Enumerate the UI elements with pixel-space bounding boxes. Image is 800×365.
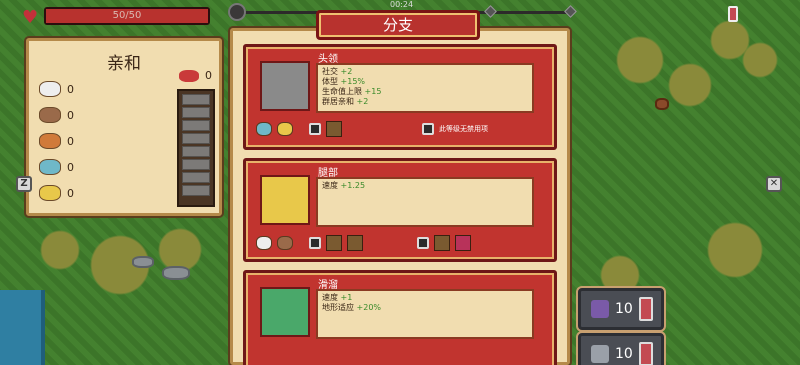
close-icon[interactable]: ✕ xyxy=(766,176,782,192)
affinity-count: 0 xyxy=(67,186,74,200)
affinity-panel: 亲和 0 0 0 0 0 0 xyxy=(26,38,222,216)
hp-bar: 50/50 xyxy=(44,7,210,25)
affinity-count: 0 xyxy=(67,82,74,96)
heart-icon: ♥ xyxy=(22,7,39,28)
lock-icon xyxy=(309,237,321,249)
snake-portrait xyxy=(260,287,310,337)
crab-count: 0 xyxy=(205,69,212,82)
crab-icon xyxy=(179,69,199,82)
affinity-count: 0 xyxy=(67,108,74,122)
branch-title: 分支 xyxy=(316,10,480,40)
affinity-count: 0 xyxy=(67,134,74,148)
stat-line: 体型 +15% xyxy=(322,77,366,86)
branch-card[interactable]: 头领 社交 +2 体型 +15% 生命值上限 +15 群居亲和 +2 此等级无禁… xyxy=(243,44,557,150)
reroll-up-button[interactable]: 10 xyxy=(578,288,664,330)
fish-icon xyxy=(256,122,272,136)
reroll-cycle-count: 10 xyxy=(615,346,633,362)
rock xyxy=(132,256,154,268)
fox-icon xyxy=(39,133,61,149)
timer-text: 00:24 xyxy=(390,0,414,9)
stat-line: 速度 +1.25 xyxy=(322,181,366,190)
card-icon xyxy=(638,342,653,365)
stat-box: 速度 +1 地形适应 +20% xyxy=(316,289,534,339)
mole-icon xyxy=(39,107,61,123)
stat-line: 生命值上限 +15 xyxy=(322,87,382,96)
card-requirements xyxy=(256,233,471,253)
cycle-icon xyxy=(591,345,609,363)
affinity-row: 0 xyxy=(39,157,74,177)
stat-box: 社交 +2 体型 +15% 生命值上限 +15 群居亲和 +2 xyxy=(316,63,534,113)
lock-icon xyxy=(417,237,429,249)
rock xyxy=(162,266,190,280)
affinity-row: 0 xyxy=(39,131,74,151)
card-note: 此等级无禁用项 xyxy=(439,125,488,133)
branch-card[interactable]: 滑溜 速度 +1 地形适应 +20% xyxy=(243,270,557,365)
fish-icon xyxy=(39,159,61,175)
timeline-knob xyxy=(228,3,246,21)
affinity-count: 0 xyxy=(67,160,74,174)
bee-icon xyxy=(277,122,293,136)
card-requirements: 此等级无禁用项 xyxy=(256,119,488,139)
leg-portrait xyxy=(260,175,310,225)
lock-icon xyxy=(422,123,434,135)
mole-icon xyxy=(277,236,293,250)
affinity-meter xyxy=(177,89,215,207)
affinity-row: 0 xyxy=(39,105,74,125)
arrow-up-icon xyxy=(591,300,609,318)
hp-text: 50/50 xyxy=(112,10,142,21)
branch-card[interactable]: 腿部 速度 +1.25 xyxy=(243,158,557,262)
timeline-marker xyxy=(564,5,577,18)
stat-line: 群居亲和 +2 xyxy=(322,97,369,106)
lock-icon xyxy=(309,123,321,135)
stat-box: 速度 +1.25 xyxy=(316,177,534,227)
wolf-portrait xyxy=(260,61,310,111)
upgrade-slot xyxy=(347,235,363,251)
affinity-row: 0 xyxy=(39,79,74,99)
eagle-icon xyxy=(39,81,61,97)
mushroom xyxy=(655,98,669,110)
timeline-marker xyxy=(484,5,497,18)
eagle-icon xyxy=(256,236,272,250)
upgrade-slot xyxy=(455,235,471,251)
reroll-up-count: 10 xyxy=(615,301,633,317)
reroll-cycle-button[interactable]: 10 xyxy=(578,333,664,365)
card-icon xyxy=(638,297,653,321)
stat-line: 速度 +1 xyxy=(322,293,353,302)
upgrade-slot xyxy=(326,235,342,251)
collapse-left-button[interactable]: Z xyxy=(16,176,32,192)
upgrade-slot xyxy=(434,235,450,251)
crab-affinity: 0 xyxy=(179,69,212,82)
stat-line: 地形适应 +20% xyxy=(322,303,382,312)
upgrade-slot xyxy=(326,121,342,137)
water-tile xyxy=(0,290,45,365)
card-icon xyxy=(728,6,738,22)
affinity-row: 0 xyxy=(39,183,74,203)
stat-line: 社交 +2 xyxy=(322,67,353,76)
bee-icon xyxy=(39,185,61,201)
